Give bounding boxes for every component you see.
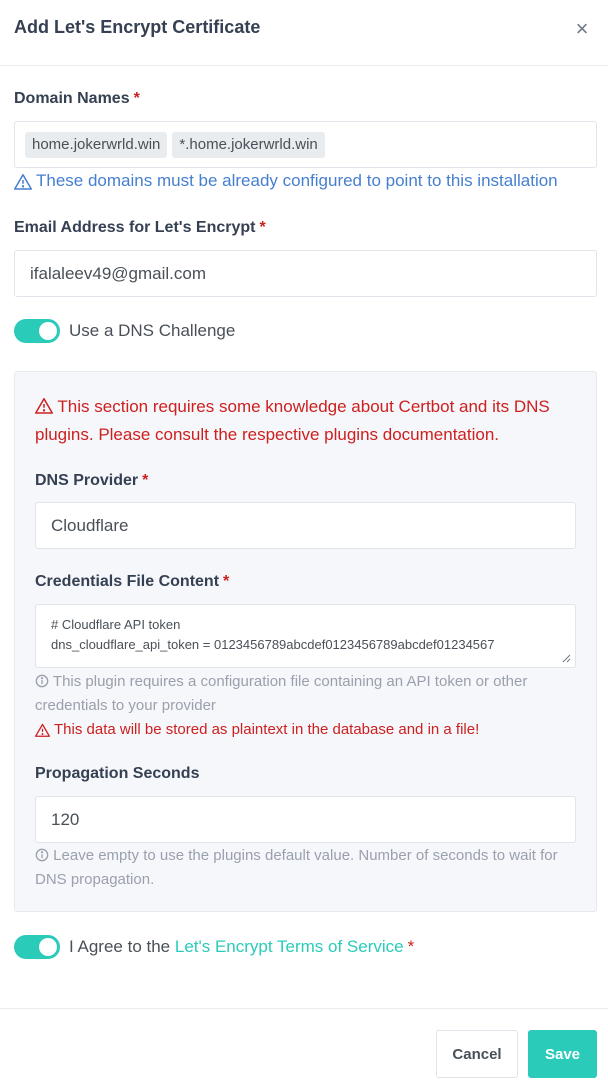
- info-circle-icon: [35, 848, 49, 862]
- agree-tos-toggle[interactable]: [14, 935, 60, 959]
- propagation-info-text: Leave empty to use the plugins default v…: [35, 847, 558, 888]
- dns-provider-label: DNS Provider *: [35, 472, 148, 490]
- credentials-textarea[interactable]: # Cloudflare API token dns_cloudflare_ap…: [35, 604, 576, 668]
- required-mark: *: [259, 219, 266, 236]
- domain-names-label-text: Domain Names: [14, 90, 130, 107]
- required-mark: *: [407, 937, 415, 956]
- propagation-info: Leave empty to use the plugins default v…: [35, 844, 580, 892]
- dns-provider-select[interactable]: Cloudflare: [35, 502, 576, 549]
- modal-title: Add Let's Encrypt Certificate: [14, 17, 261, 37]
- tos-link[interactable]: Let's Encrypt Terms of Service: [175, 937, 404, 956]
- domain-names-input[interactable]: home.jokerwrld.win *.home.jokerwrld.win: [14, 121, 597, 168]
- credentials-warning: This data will be stored as plaintext in…: [35, 721, 479, 738]
- agree-tos-label: I Agree to the Let's Encrypt Terms of Se…: [69, 937, 414, 957]
- credentials-line-2: dns_cloudflare_api_token = 0123456789abc…: [51, 637, 495, 652]
- domain-tag[interactable]: *.home.jokerwrld.win: [172, 131, 325, 158]
- toggle-knob: [39, 322, 57, 340]
- toggle-knob: [39, 938, 57, 956]
- required-mark: *: [223, 573, 230, 590]
- credentials-info-text: This plugin requires a configuration fil…: [35, 673, 528, 714]
- domain-tag[interactable]: home.jokerwrld.win: [25, 131, 168, 158]
- propagation-seconds-input[interactable]: 120: [35, 796, 576, 843]
- save-button[interactable]: Save: [528, 1030, 597, 1078]
- dns-warning: This section requires some knowledge abo…: [35, 393, 575, 449]
- required-mark: *: [142, 472, 149, 489]
- credentials-label-text: Credentials File Content: [35, 573, 220, 590]
- propagation-label: Propagation Seconds: [35, 765, 200, 782]
- resize-grip-icon[interactable]: [562, 654, 571, 663]
- modal-footer: Cancel Save: [0, 1008, 608, 1089]
- close-icon[interactable]: ×: [570, 17, 594, 41]
- email-label: Email Address for Let's Encrypt *: [14, 219, 266, 237]
- dns-challenge-toggle[interactable]: [14, 319, 60, 343]
- credentials-line-1: # Cloudflare API token: [51, 617, 181, 632]
- credentials-info: This plugin requires a configuration fil…: [35, 670, 575, 718]
- required-mark: *: [133, 90, 140, 107]
- cancel-button[interactable]: Cancel: [436, 1030, 518, 1078]
- dns-challenge-label: Use a DNS Challenge: [69, 321, 236, 340]
- domain-names-label: Domain Names *: [14, 90, 140, 108]
- domain-hint: These domains must be already configured…: [14, 171, 558, 191]
- info-circle-icon: [35, 674, 49, 688]
- warning-triangle-icon: [14, 173, 32, 190]
- warning-triangle-icon: [35, 398, 53, 414]
- credentials-warning-text: This data will be stored as plaintext in…: [54, 721, 480, 738]
- email-field[interactable]: ifalaleev49@gmail.com: [14, 250, 597, 297]
- warning-triangle-icon: [35, 723, 50, 737]
- dns-provider-label-text: DNS Provider: [35, 472, 139, 489]
- modal-header: Add Let's Encrypt Certificate ×: [0, 0, 608, 66]
- dns-warning-text: This section requires some knowledge abo…: [35, 397, 550, 444]
- domain-hint-text: These domains must be already configured…: [36, 171, 558, 190]
- agree-prefix: I Agree to the: [69, 937, 175, 956]
- email-label-text: Email Address for Let's Encrypt: [14, 219, 256, 236]
- credentials-label: Credentials File Content *: [35, 573, 229, 591]
